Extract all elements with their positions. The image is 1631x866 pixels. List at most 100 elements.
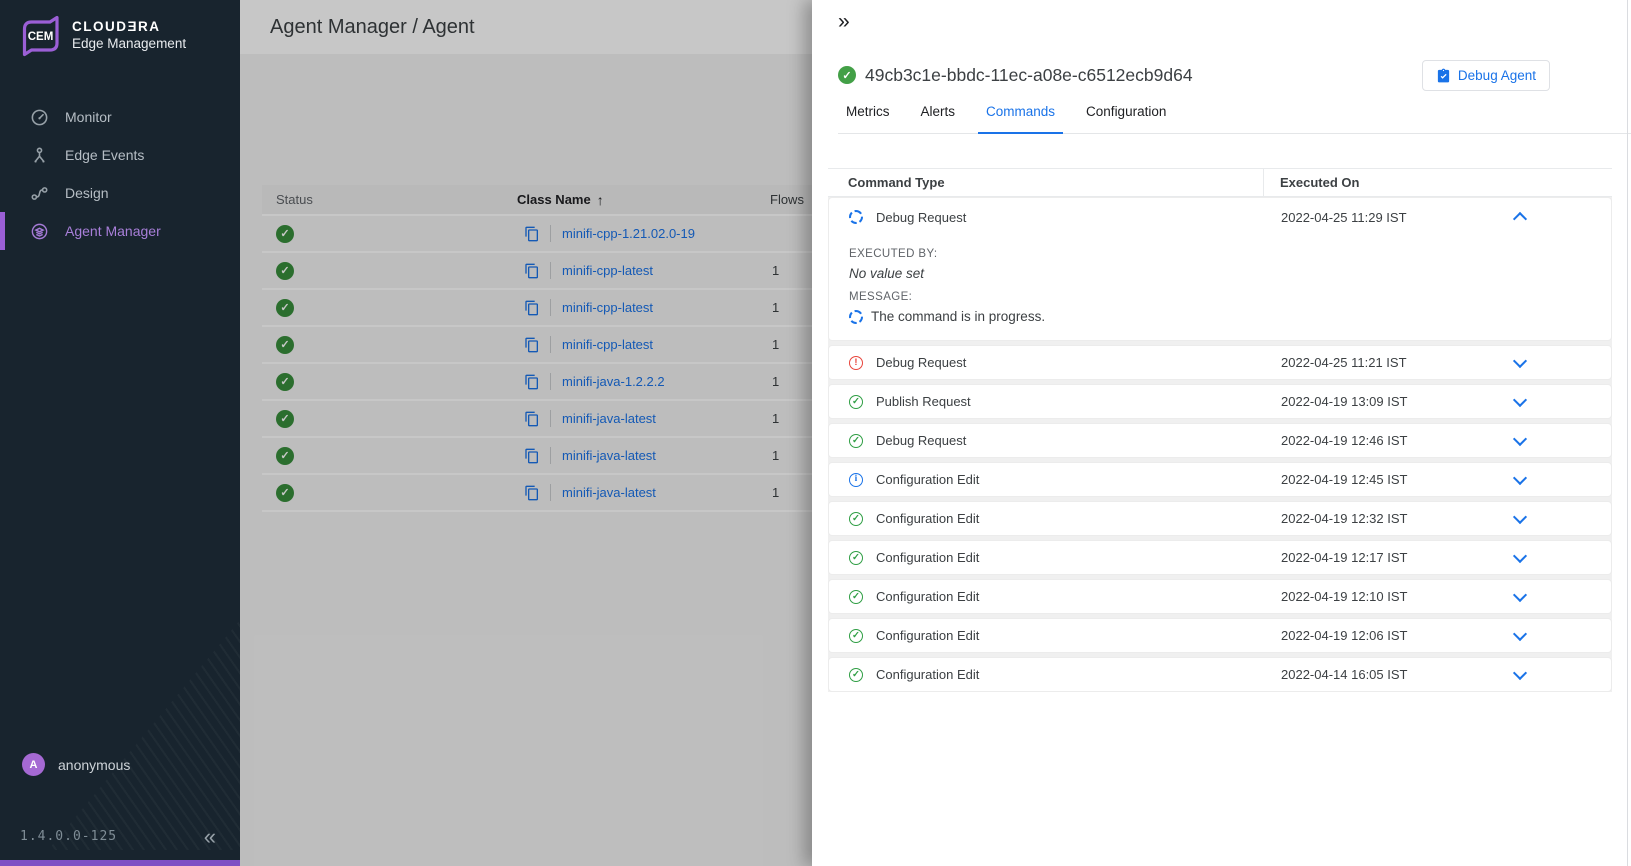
command-type: Debug Request	[876, 210, 966, 225]
collapse-sidebar-icon[interactable]: «	[204, 824, 216, 850]
command-row[interactable]: Publish Request 2022-04-19 13:09 IST	[828, 384, 1612, 419]
command-type: Configuration Edit	[876, 667, 979, 682]
app-version: 1.4.0.0-125	[20, 829, 117, 844]
sidebar-item-design[interactable]: Design	[0, 174, 240, 212]
brand-name: CLOUDƎRA	[72, 19, 186, 36]
command-executed-on: 2022-04-19 12:10 IST	[1265, 589, 1407, 604]
brand-product: Edge Management	[72, 36, 186, 53]
chevron-icon	[1513, 353, 1527, 367]
command-status-icon	[849, 590, 863, 604]
brand: CEM CLOUDƎRA Edge Management	[0, 0, 240, 62]
collapse-drawer-icon[interactable]: »	[838, 10, 848, 34]
sidebar-stripe-decoration	[0, 620, 240, 850]
chevron-icon	[1513, 548, 1527, 562]
sidebar-item-label: Edge Events	[65, 147, 144, 163]
command-executed-on: 2022-04-25 11:29 IST	[1265, 210, 1407, 225]
executed-by-value: No value set	[849, 266, 1591, 281]
svg-text:CEM: CEM	[28, 31, 54, 43]
executed-by-label: EXECUTED BY:	[849, 248, 1591, 260]
command-status-icon	[849, 210, 863, 224]
expand-toggle[interactable]	[1515, 519, 1529, 533]
command-row[interactable]: Debug Request 2022-04-25 11:29 IST EXECU…	[828, 197, 1612, 341]
command-status-icon	[849, 473, 863, 487]
command-type: Configuration Edit	[876, 550, 979, 565]
command-executed-on: 2022-04-19 12:32 IST	[1265, 511, 1407, 526]
chevron-icon	[1513, 587, 1527, 601]
chevron-icon	[1513, 665, 1527, 679]
command-type: Configuration Edit	[876, 628, 979, 643]
sidebar-nav: Monitor Edge Events Design	[0, 98, 240, 250]
command-row[interactable]: Configuration Edit 2022-04-19 12:32 IST	[828, 501, 1612, 536]
debug-agent-button[interactable]: Debug Agent	[1422, 60, 1550, 91]
sidebar-item-label: Monitor	[65, 109, 112, 125]
command-executed-on: 2022-04-19 12:46 IST	[1265, 433, 1407, 448]
tab-metrics[interactable]: Metrics	[838, 104, 898, 134]
in-progress-spinner-icon	[849, 310, 863, 324]
sidebar-accent-bar	[0, 860, 240, 866]
column-executed-on: Executed On	[1264, 175, 1359, 190]
command-type: Configuration Edit	[876, 472, 979, 487]
command-row[interactable]: Configuration Edit 2022-04-19 12:17 IST	[828, 540, 1612, 575]
user-menu[interactable]: A anonymous	[22, 753, 130, 776]
message-label: MESSAGE:	[849, 291, 1591, 303]
chevron-icon	[1513, 392, 1527, 406]
gauge-icon	[30, 108, 49, 127]
command-status-icon	[849, 356, 863, 370]
commands-panel: Command Type Executed On Debug Request 2…	[812, 134, 1631, 866]
sidebar-item-edge-events[interactable]: Edge Events	[0, 136, 240, 174]
agents-icon	[30, 222, 49, 241]
agent-id-title: 49cb3c1e-bbdc-11ec-a08e-c6512ecb9d64	[865, 65, 1193, 86]
cem-logo-icon: CEM	[18, 15, 62, 57]
command-status-icon	[849, 395, 863, 409]
command-type: Publish Request	[876, 394, 971, 409]
flow-icon	[30, 184, 49, 203]
command-details: EXECUTED BY: No value set MESSAGE: The c…	[829, 236, 1611, 340]
avatar: A	[22, 753, 45, 776]
message-value: The command is in progress.	[871, 309, 1045, 324]
command-status-icon	[849, 668, 863, 682]
expand-toggle[interactable]	[1515, 441, 1529, 455]
sidebar-item-label: Agent Manager	[65, 223, 161, 239]
expand-toggle[interactable]	[1515, 480, 1529, 494]
sidebar: CEM CLOUDƎRA Edge Management Monitor	[0, 0, 240, 866]
brand-text: CLOUDƎRA Edge Management	[72, 19, 186, 53]
command-executed-on: 2022-04-19 13:09 IST	[1265, 394, 1407, 409]
tab-configuration[interactable]: Configuration	[1078, 104, 1174, 134]
command-type: Configuration Edit	[876, 511, 979, 526]
command-executed-on: 2022-04-14 16:05 IST	[1265, 667, 1407, 682]
command-type: Debug Request	[876, 355, 966, 370]
tab-alerts[interactable]: Alerts	[913, 104, 964, 134]
expand-toggle[interactable]	[1515, 217, 1529, 231]
command-status-icon	[849, 551, 863, 565]
expand-toggle[interactable]	[1515, 636, 1529, 650]
chevron-icon	[1513, 212, 1527, 226]
expand-toggle[interactable]	[1515, 363, 1529, 377]
expand-toggle[interactable]	[1515, 675, 1529, 689]
command-row[interactable]: Configuration Edit 2022-04-19 12:10 IST	[828, 579, 1612, 614]
expand-toggle[interactable]	[1515, 402, 1529, 416]
column-command-type: Command Type	[828, 169, 1264, 196]
commands-table-header: Command Type Executed On	[828, 168, 1612, 197]
command-row[interactable]: Configuration Edit 2022-04-19 12:06 IST	[828, 618, 1612, 653]
chevron-icon	[1513, 431, 1527, 445]
sidebar-item-agent-manager[interactable]: Agent Manager	[0, 212, 240, 250]
drawer-tabs: Metrics Alerts Commands Configuration	[838, 104, 1631, 134]
sidebar-item-monitor[interactable]: Monitor	[0, 98, 240, 136]
drawer-title-row: ✓ 49cb3c1e-bbdc-11ec-a08e-c6512ecb9d64 D…	[838, 58, 1550, 92]
expand-toggle[interactable]	[1515, 558, 1529, 572]
sidebar-item-label: Design	[65, 185, 109, 201]
chevron-icon	[1513, 470, 1527, 484]
command-status-icon	[849, 512, 863, 526]
clipboard-check-icon	[1436, 68, 1451, 83]
command-row[interactable]: Configuration Edit 2022-04-14 16:05 IST	[828, 657, 1612, 692]
command-executed-on: 2022-04-19 12:06 IST	[1265, 628, 1407, 643]
command-row[interactable]: Configuration Edit 2022-04-19 12:45 IST	[828, 462, 1612, 497]
tab-commands[interactable]: Commands	[978, 104, 1063, 134]
command-row[interactable]: Debug Request 2022-04-25 11:21 IST	[828, 345, 1612, 380]
expand-toggle[interactable]	[1515, 597, 1529, 611]
command-row[interactable]: Debug Request 2022-04-19 12:46 IST	[828, 423, 1612, 458]
command-type: Debug Request	[876, 433, 966, 448]
events-icon	[30, 146, 49, 165]
agent-detail-drawer: » ✓ 49cb3c1e-bbdc-11ec-a08e-c6512ecb9d64…	[812, 0, 1631, 866]
command-status-icon	[849, 629, 863, 643]
